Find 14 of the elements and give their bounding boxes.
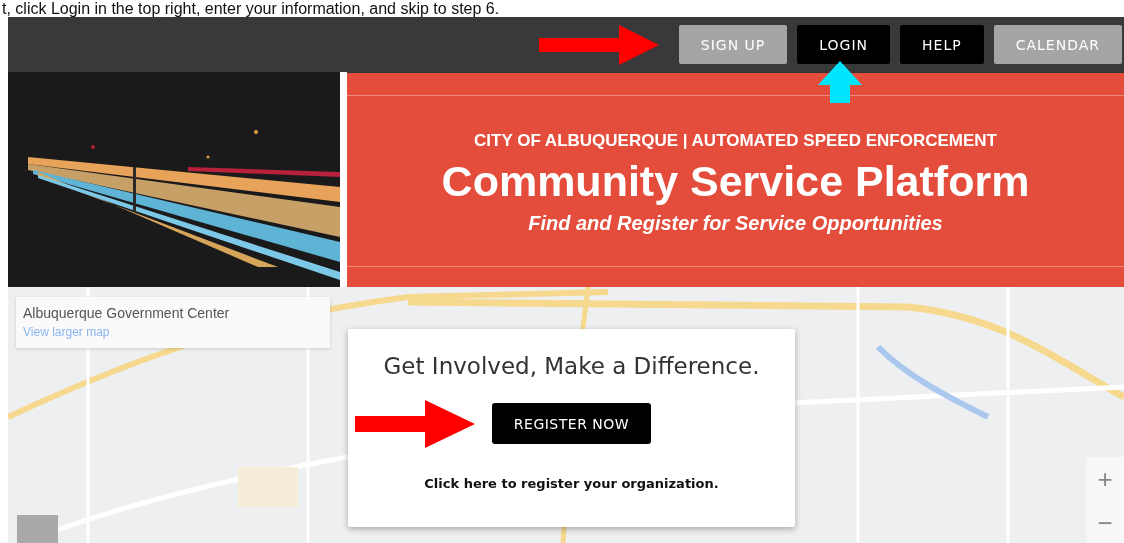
nav-button[interactable]: CALENDAR	[993, 25, 1122, 64]
view-larger-map-link[interactable]: View larger map	[23, 325, 110, 339]
register-now-button[interactable]: REGISTER NOW	[491, 403, 652, 444]
nav-button[interactable]: LOGIN	[797, 25, 891, 64]
pointer-arrow	[818, 61, 862, 103]
nav-button[interactable]: SIGN UP	[678, 25, 788, 64]
banner-subtitle: Find and Register for Service Opportunities	[528, 212, 943, 235]
register-organization-link[interactable]: Click here to register your organization.	[424, 476, 719, 491]
place-name: Albuquerque Government Center	[23, 305, 231, 321]
instruction-text: t, click Login in the top right, enter your information, and skip to step 6.	[1, 0, 501, 17]
card-heading: Get Involved, Make a Difference.	[383, 353, 760, 379]
nav-button[interactable]: HELP	[900, 25, 984, 64]
banner-kicker: CITY OF ALBUQUERQUE | AUTOMATED SPEED ENFORCEMENT	[474, 131, 997, 151]
banner-title: Community Service Platform	[441, 157, 1030, 206]
